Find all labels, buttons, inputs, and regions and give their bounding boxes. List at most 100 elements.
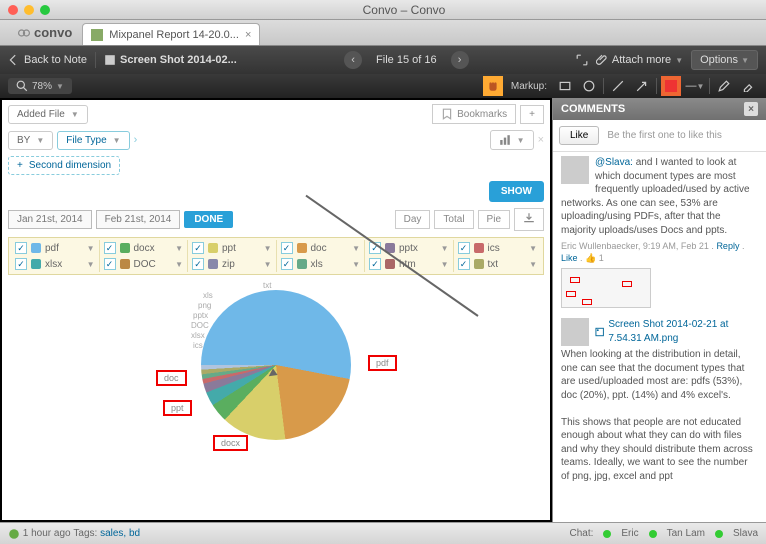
comments-panel: COMMENTS × Like Be the first one to like… xyxy=(552,98,766,522)
show-button[interactable]: SHOW xyxy=(489,181,544,202)
line-icon xyxy=(612,80,624,92)
markup-label: Markup: xyxy=(511,81,547,92)
color-red-button[interactable] xyxy=(661,76,681,96)
tab-label: Mixpanel Report 14-20.0... xyxy=(109,29,239,41)
pen-icon xyxy=(718,80,730,92)
image-icon xyxy=(595,326,604,338)
by-pill[interactable]: BY ▼ xyxy=(8,131,53,150)
tag-link[interactable]: sales, bd xyxy=(100,528,140,539)
add-dimension-button[interactable]: + Second dimension xyxy=(8,156,120,175)
markup-toolbar: 78% ▼ Markup: —▼ xyxy=(0,74,766,98)
seg-export[interactable] xyxy=(514,208,544,231)
filetype-checkbox[interactable]: ✓txt▼ xyxy=(454,256,542,272)
filetype-checkbox[interactable]: ✓docx▼ xyxy=(100,240,189,256)
filetype-pill[interactable]: File Type ▼ xyxy=(57,131,129,150)
mixpanel-favicon xyxy=(91,29,103,41)
like-link[interactable]: Like xyxy=(561,253,578,263)
stroke-width-button[interactable]: —▼ xyxy=(685,76,705,96)
file-icon xyxy=(104,54,116,66)
prev-file-button[interactable]: ‹ xyxy=(344,51,362,69)
remove-segment-button[interactable]: › xyxy=(134,134,138,146)
reply-link[interactable]: Reply xyxy=(716,241,739,251)
bookmarks-button[interactable]: Bookmarks xyxy=(432,104,516,124)
filetype-checkbox[interactable]: ✓DOC▼ xyxy=(100,256,189,272)
file-title: Screen Shot 2014-02... xyxy=(104,54,237,66)
like-prompt: Be the first one to like this xyxy=(607,130,722,141)
date-from[interactable]: Jan 21st, 2014 xyxy=(8,210,92,229)
options-button[interactable]: Options ▼ xyxy=(691,50,758,70)
bookmark-icon xyxy=(441,108,453,120)
circle-tool-button[interactable] xyxy=(579,76,599,96)
close-property-button[interactable]: × xyxy=(538,134,544,146)
add-bookmark-button[interactable]: + xyxy=(520,105,544,124)
status-time: 1 hour ago xyxy=(23,528,71,539)
annotation-pdf: pdf xyxy=(368,355,397,371)
attachment-thumbnail[interactable] xyxy=(561,268,651,308)
presence-dot xyxy=(715,530,723,538)
next-file-button[interactable]: › xyxy=(451,51,469,69)
zoom-icon xyxy=(16,80,28,92)
like-button[interactable]: Like xyxy=(559,126,599,145)
arrow-icon xyxy=(636,80,648,92)
back-arrow-icon xyxy=(8,54,20,66)
comment-item: @Slava: and I wanted to look at which do… xyxy=(561,156,758,308)
minimize-window-button[interactable] xyxy=(24,5,34,15)
browser-tab[interactable]: Mixpanel Report 14-20.0... × xyxy=(82,23,260,45)
comments-header: COMMENTS × xyxy=(553,98,766,120)
chart-type-button[interactable]: ▼ xyxy=(490,130,534,150)
seg-total[interactable]: Total xyxy=(434,210,473,229)
rect-tool-button[interactable] xyxy=(555,76,575,96)
back-to-note-button[interactable]: Back to Note xyxy=(8,54,87,66)
expand-icon[interactable] xyxy=(576,54,588,66)
tab-close-icon[interactable]: × xyxy=(245,29,251,41)
hand-tool-button[interactable] xyxy=(483,76,503,96)
comment-meta: Eric Wullenbaecker, 9:19 AM, Feb 21 xyxy=(561,241,709,251)
statusbar: 1 hour ago Tags: sales, bd Chat: Eric Ta… xyxy=(0,522,766,544)
chat-user[interactable]: Eric xyxy=(621,528,638,539)
date-to[interactable]: Feb 21st, 2014 xyxy=(96,210,181,229)
highlighter-icon xyxy=(742,80,754,92)
filetype-legend: ✓pdf▼✓docx▼✓ppt▼✓doc▼✓pptx▼✓ics▼ ✓xlsx▼✓… xyxy=(8,237,544,275)
done-button[interactable]: DONE xyxy=(184,211,233,228)
filetype-checkbox[interactable]: ✓zip▼ xyxy=(188,256,277,272)
traffic-lights xyxy=(8,5,50,15)
line-tool-button[interactable] xyxy=(608,76,628,96)
image-viewer[interactable]: Added File ▼ Bookmarks + BY ▼ File Type … xyxy=(2,100,550,520)
download-icon xyxy=(523,212,535,224)
annotation-docx: docx xyxy=(213,435,248,451)
chat-user[interactable]: Tan Lam xyxy=(667,528,705,539)
comments-scroll[interactable]: @Slava: and I wanted to look at which do… xyxy=(553,152,766,522)
window-title: Convo – Convo xyxy=(50,3,758,17)
close-window-button[interactable] xyxy=(8,5,18,15)
zoom-window-button[interactable] xyxy=(40,5,50,15)
avatar xyxy=(561,156,589,184)
filetype-checkbox[interactable]: ✓ppt▼ xyxy=(188,240,277,256)
pen-tool-button[interactable] xyxy=(714,76,734,96)
close-panel-button[interactable]: × xyxy=(744,102,758,116)
annotation-doc: doc xyxy=(156,370,187,386)
file-counter: File 15 of 16 xyxy=(376,54,437,66)
circle-icon xyxy=(583,80,595,92)
chat-user[interactable]: Slava xyxy=(733,528,758,539)
attachment-link[interactable]: Screen Shot 2014-02-21 at 7.54.31 AM.png xyxy=(595,318,758,345)
filetype-checkbox[interactable]: ✓doc▼ xyxy=(277,240,366,256)
mention[interactable]: @Slava: xyxy=(595,157,633,168)
filetype-checkbox[interactable]: ✓xlsx▼ xyxy=(11,256,100,272)
seg-day[interactable]: Day xyxy=(395,210,431,229)
comment-item: Screen Shot 2014-02-21 at 7.54.31 AM.png… xyxy=(561,318,758,483)
hand-icon xyxy=(487,80,499,92)
seg-pie[interactable]: Pie xyxy=(478,210,510,229)
filetype-checkbox[interactable]: ✓ics▼ xyxy=(454,240,542,256)
pie-chart: txt xls png pptx DOC xlsx ics pdf docx p… xyxy=(8,275,544,455)
added-file-pill[interactable]: Added File ▼ xyxy=(8,105,88,124)
filetype-checkbox[interactable]: ✓pdf▼ xyxy=(11,240,100,256)
highlighter-tool-button[interactable] xyxy=(738,76,758,96)
attach-more-button[interactable]: Attach more ▼ xyxy=(596,54,683,66)
filetype-checkbox[interactable]: ✓xls▼ xyxy=(277,256,366,272)
zoom-level-button[interactable]: 78% ▼ xyxy=(8,78,72,94)
chevron-down-icon: ▼ xyxy=(675,56,683,65)
presence-dot xyxy=(603,530,611,538)
bar-chart-icon xyxy=(499,134,511,146)
arrow-tool-button[interactable] xyxy=(632,76,652,96)
avatar xyxy=(561,318,589,346)
